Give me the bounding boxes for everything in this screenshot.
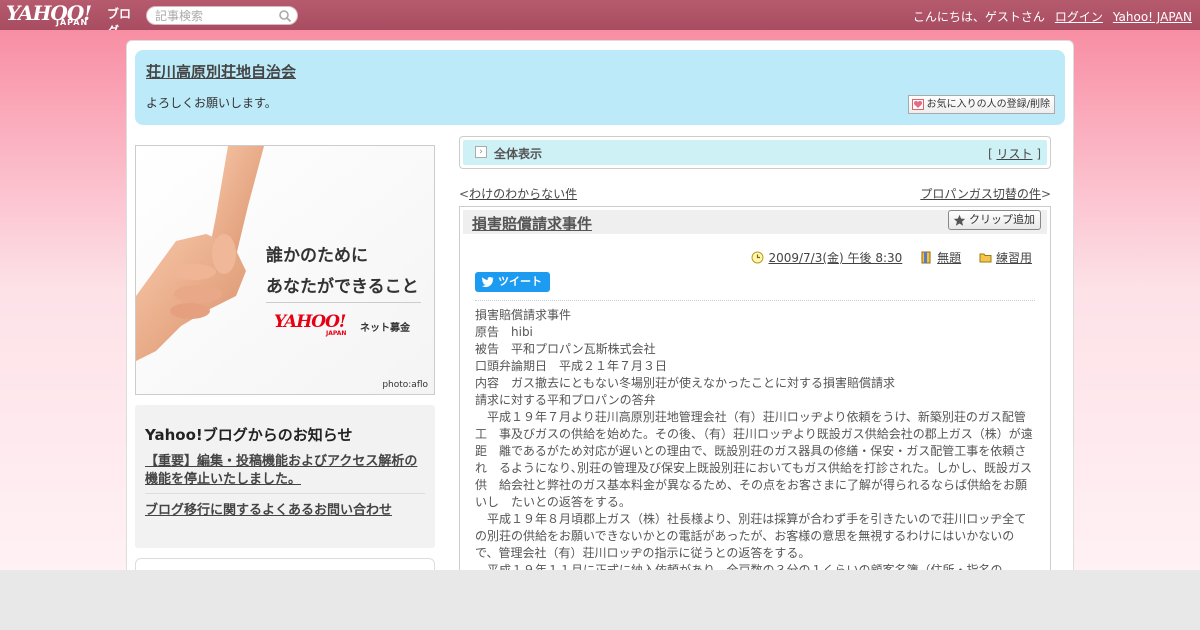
article-date: 2009/7/3(金) 午後 8:30 xyxy=(751,249,902,266)
all-view-bar: › 全体表示 [ リスト ] xyxy=(459,136,1051,169)
handshake-image xyxy=(136,146,434,394)
banner-net-label: ネット募金 xyxy=(360,323,410,334)
top-navigation: こんにちは、ゲストさん ログイン Yahoo! JAPAN xyxy=(903,8,1192,25)
page-footer-area xyxy=(0,570,1200,630)
prev-article-link[interactable]: わけのわからない件 xyxy=(469,187,577,201)
login-link[interactable]: ログイン xyxy=(1055,10,1103,24)
notice-title: Yahoo!ブログからのお知らせ xyxy=(145,426,353,444)
article-folder-link[interactable]: 練習用 xyxy=(996,251,1032,265)
chevron-right-icon[interactable]: › xyxy=(475,146,487,158)
star-icon xyxy=(953,214,966,226)
article-category-link[interactable]: 無題 xyxy=(937,251,961,265)
article-paragraph: 平成１９年１１月に正式に納入依頼があり、全戸数の３分の１くらいの顧客名簿（住所・… xyxy=(475,563,1003,570)
article-paragraph: 平成１９年７月より荘川高原別荘地管理会社（有）荘川ロッヂより依頼をうけ、新築別荘… xyxy=(475,410,1033,509)
article-search xyxy=(146,6,298,25)
notice-divider xyxy=(145,493,425,494)
sidebar-module xyxy=(135,558,435,570)
prev-article: <わけのわからない件 xyxy=(459,185,577,202)
article-line: 被告 平和プロパン瓦斯株式会社 xyxy=(475,342,656,356)
book-icon xyxy=(921,251,931,264)
article-meta: 2009/7/3(金) 午後 8:30 無題 練習用 xyxy=(737,249,1032,266)
list-view-link[interactable]: リスト xyxy=(996,147,1032,161)
next-article: プロパンガス切替の件> xyxy=(920,185,1051,202)
article-title[interactable]: 損害賠償請求事件 xyxy=(472,213,592,234)
next-article-link[interactable]: プロパンガス切替の件 xyxy=(920,187,1041,201)
blog-header: 荘川高原別荘地自治会 よろしくお願いします。 お気に入りの人の登録/削除 xyxy=(135,50,1065,125)
article-line: 内容 ガス撤去にともない冬場別荘が使えなかったことに対する損害賠償請求 xyxy=(475,376,896,390)
all-view-label: 全体表示 xyxy=(494,147,543,161)
banner-credit: photo:aflo xyxy=(382,380,428,390)
banner-line-1: 誰かのために xyxy=(266,246,368,266)
clip-add-button[interactable]: クリップ追加 xyxy=(948,210,1041,230)
yahoo-blog-logo[interactable]: YAHOO! JAPAN ブログ xyxy=(6,1,142,38)
article-paragraph: 平成１９年８月頃郡上ガス（株）社長様より、別荘は採算が合わず手を引きたいので荘川… xyxy=(475,512,1039,560)
search-input[interactable] xyxy=(155,9,275,23)
blog-title[interactable]: 荘川高原別荘地自治会 xyxy=(146,61,296,82)
article: 損害賠償請求事件 クリップ追加 2009/7/3(金) 午後 8:30 無題 練… xyxy=(459,206,1051,570)
tweet-button[interactable]: ツイート xyxy=(475,272,550,292)
yahoo-japan-link[interactable]: Yahoo! JAPAN xyxy=(1113,10,1192,24)
clock-icon xyxy=(751,251,764,264)
article-category: 無題 xyxy=(920,249,961,266)
article-line: 損害賠償請求事件 xyxy=(475,308,572,322)
twitter-bird-icon xyxy=(481,276,494,288)
favorite-register-button[interactable]: お気に入りの人の登録/削除 xyxy=(907,95,1055,114)
article-line: 口頭弁論期日 平成２１年７月３日 xyxy=(475,359,668,373)
article-header: 損害賠償請求事件 クリップ追加 xyxy=(463,210,1047,234)
global-header: YAHOO! JAPAN ブログ こんにちは、ゲストさんログイン Yahoo! J… xyxy=(0,0,1200,38)
blog-panel: 荘川高原別荘地自治会 よろしくお願いします。 お気に入りの人の登録/削除 誰かの… xyxy=(126,40,1074,570)
charity-banner[interactable]: 誰かのために あなたができること YAHOO! JAPAN ネット募金 phot… xyxy=(135,145,435,395)
list-bracket-close: ] xyxy=(1036,147,1041,161)
banner-yahoo-logo: YAHOO! xyxy=(274,312,346,332)
favorite-register-label: お気に入りの人の登録/削除 xyxy=(926,99,1050,110)
heart-icon xyxy=(911,99,924,110)
search-icon[interactable] xyxy=(278,9,292,23)
article-folder: 練習用 xyxy=(979,249,1032,266)
article-date-link[interactable]: 2009/7/3(金) 午後 8:30 xyxy=(768,251,902,265)
article-line: 請求に対する平和プロパンの答弁 xyxy=(475,393,656,407)
notice-item[interactable]: 【重要】編集・投稿機能およびアクセス解析の機能を停止いたしました。 xyxy=(145,453,430,489)
notice-box: Yahoo!ブログからのお知らせ 【重要】編集・投稿機能およびアクセス解析の機能… xyxy=(135,405,435,548)
article-line: 原告 hibi xyxy=(475,325,533,339)
clip-add-label: クリップ追加 xyxy=(969,213,1035,226)
next-marker: > xyxy=(1040,187,1051,201)
article-divider xyxy=(475,300,1035,301)
list-link-group: [ リスト ] xyxy=(988,145,1041,162)
banner-line-2: あなたができること xyxy=(266,277,419,297)
blog-description: よろしくお願いします。 xyxy=(146,96,277,110)
greeting-text: こんにちは、ゲストさん xyxy=(912,10,1045,24)
list-bracket-open: [ xyxy=(987,147,993,161)
notice-item[interactable]: ブログ移行に関するよくあるお問い合わせ xyxy=(145,499,392,518)
folder-icon xyxy=(979,253,992,263)
article-body: 損害賠償請求事件 原告 hibi 被告 平和プロパン瓦斯株式会社 口頭弁論期日 … xyxy=(475,307,1039,570)
banner-yahoo-logo-sub: JAPAN xyxy=(326,330,347,337)
prev-marker: < xyxy=(459,187,470,201)
article-pager: <わけのわからない件 プロパンガス切替の件> xyxy=(459,185,1051,201)
logo-japan-text: JAPAN xyxy=(56,18,89,27)
tweet-label: ツイート xyxy=(498,275,542,288)
banner-divider xyxy=(266,302,421,303)
